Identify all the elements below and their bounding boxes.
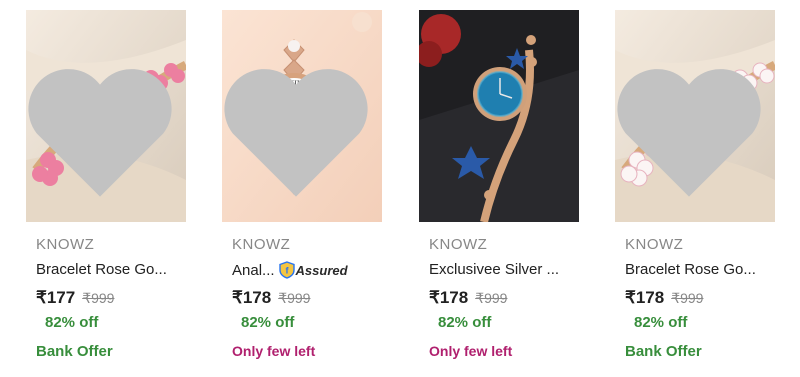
offer-label: Only few left bbox=[429, 343, 513, 359]
assured-label: Assured bbox=[295, 262, 348, 278]
offer-label: Bank Offer bbox=[625, 343, 702, 360]
product-price: ₹177 bbox=[36, 288, 76, 307]
product-image[interactable] bbox=[26, 10, 186, 222]
product-mrp: ₹999 bbox=[82, 290, 115, 306]
product-brand: KNOWZ bbox=[429, 236, 488, 253]
product-grid: KNOWZ Bracelet Rose Go... ₹177 ₹999 82% … bbox=[0, 0, 800, 377]
shield-icon: f bbox=[278, 261, 295, 279]
product-title[interactable]: Anal... f Assured bbox=[232, 261, 348, 279]
price-row: ₹178 ₹999 bbox=[625, 288, 703, 308]
price-row: ₹177 ₹999 bbox=[36, 288, 114, 308]
price-row: ₹178 ₹999 bbox=[232, 288, 310, 308]
product-image[interactable] bbox=[419, 10, 579, 222]
product-price: ₹178 bbox=[625, 288, 665, 307]
offer-label: Only few left bbox=[232, 343, 316, 359]
product-card[interactable]: KNOWZ Bracelet Rose Go... ₹178 ₹999 82% … bbox=[597, 0, 793, 377]
product-image[interactable] bbox=[615, 10, 775, 222]
wishlist-heart-icon[interactable] bbox=[222, 24, 376, 222]
product-mrp: ₹999 bbox=[475, 290, 508, 306]
wishlist-heart-icon[interactable] bbox=[615, 24, 769, 222]
product-card[interactable]: KNOWZ Bracelet Rose Go... ₹177 ₹999 82% … bbox=[8, 0, 204, 377]
discount-label: 82% off bbox=[438, 314, 492, 331]
product-price: ₹178 bbox=[429, 288, 469, 307]
discount-label: 82% off bbox=[634, 314, 688, 331]
product-price: ₹178 bbox=[232, 288, 272, 307]
product-title[interactable]: Exclusivee Silver ... bbox=[429, 261, 559, 278]
product-image[interactable]: XIIIIIVIIX bbox=[222, 10, 382, 222]
product-brand: KNOWZ bbox=[232, 236, 291, 253]
discount-label: 82% off bbox=[45, 314, 99, 331]
product-card[interactable]: KNOWZ Exclusivee Silver ... ₹178 ₹999 82… bbox=[401, 0, 597, 377]
wishlist-heart-icon[interactable] bbox=[26, 24, 180, 222]
product-card[interactable]: XIIIIIVIIX KNOWZ Anal... f Assured ₹1 bbox=[204, 0, 400, 377]
price-row: ₹178 ₹999 bbox=[429, 288, 507, 308]
product-title[interactable]: Bracelet Rose Go... bbox=[625, 261, 756, 278]
offer-label: Bank Offer bbox=[36, 343, 113, 360]
product-brand: KNOWZ bbox=[625, 236, 684, 253]
product-mrp: ₹999 bbox=[278, 290, 311, 306]
discount-label: 82% off bbox=[241, 314, 295, 331]
product-mrp: ₹999 bbox=[671, 290, 704, 306]
product-title[interactable]: Bracelet Rose Go... bbox=[36, 261, 167, 278]
assured-badge: f Assured bbox=[278, 261, 348, 279]
product-brand: KNOWZ bbox=[36, 236, 95, 253]
